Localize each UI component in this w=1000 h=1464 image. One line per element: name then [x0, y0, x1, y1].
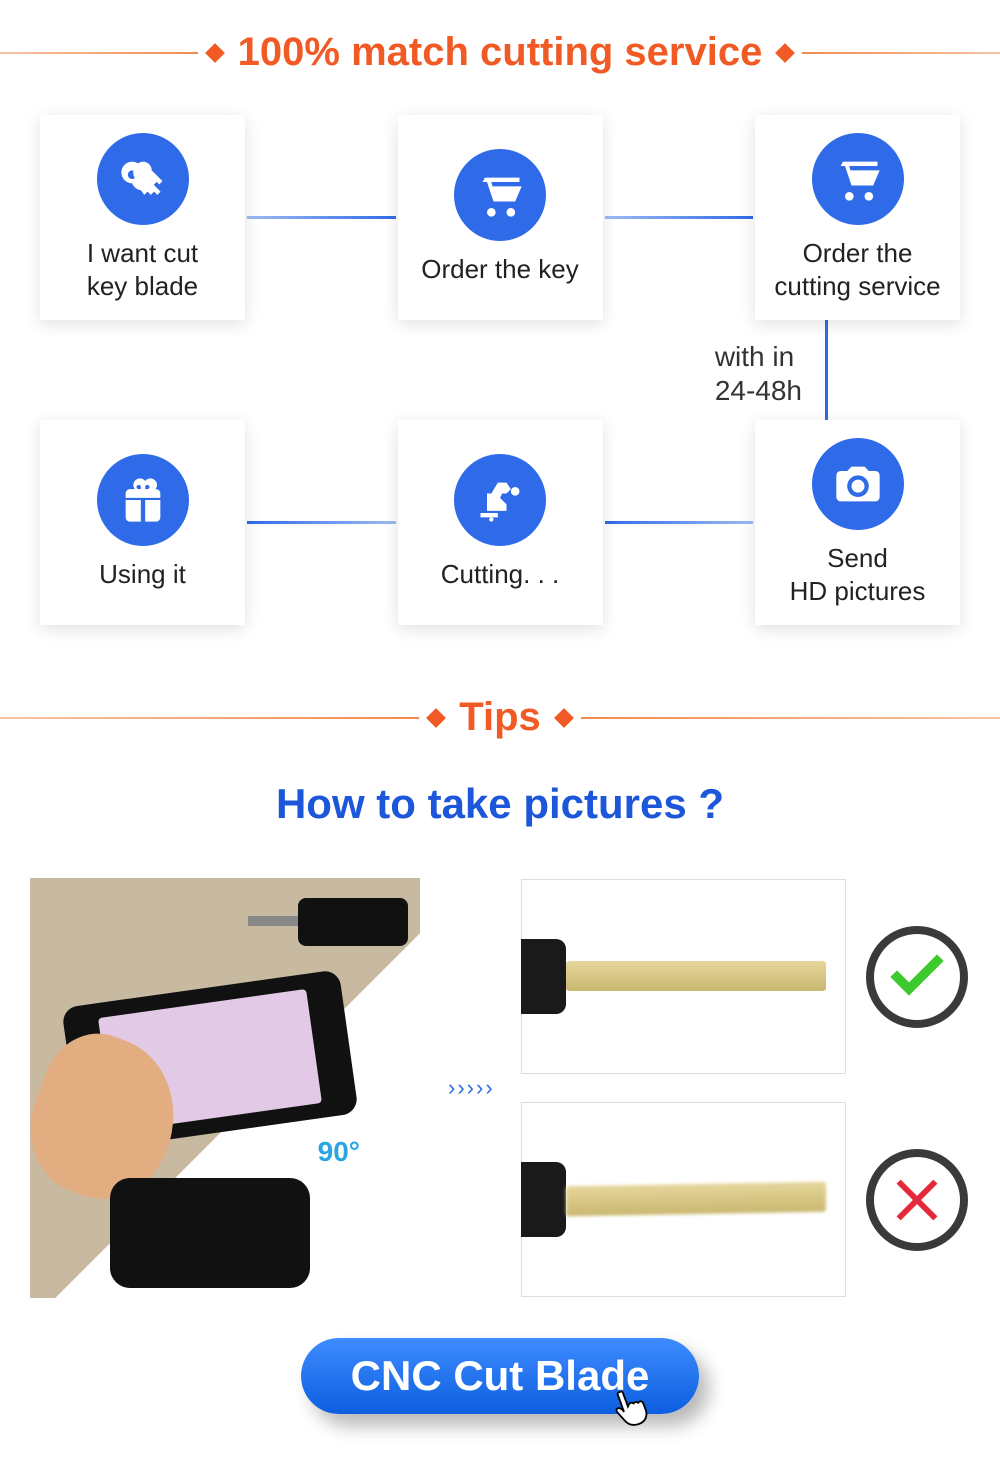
- section-header-service: 100% match cutting service: [0, 30, 1000, 75]
- section-title-service: 100% match cutting service: [232, 30, 769, 75]
- picture-instructions: 90° ›››››: [0, 878, 1000, 1338]
- steps-row-bottom: Using it Cutting. . . Send HD pictures: [40, 420, 960, 625]
- step-label: Send HD pictures: [780, 542, 936, 607]
- camera-icon: [812, 438, 904, 530]
- photo-key-good: [521, 879, 846, 1074]
- section-title-tips: Tips: [453, 695, 547, 740]
- gift-icon: [97, 454, 189, 546]
- step-card-send-pictures: Send HD pictures: [755, 420, 960, 625]
- step-label: Cutting. . .: [431, 558, 570, 591]
- step-card-order-service: Order the cutting service: [755, 115, 960, 320]
- step-label: I want cut key blade: [77, 237, 208, 302]
- result-good: [521, 879, 970, 1074]
- step-label: Order the cutting service: [764, 237, 950, 302]
- diamond-icon: [205, 43, 225, 63]
- connector-line: [825, 320, 828, 420]
- divider: [0, 52, 198, 54]
- connector-line: [605, 521, 754, 524]
- photo-taking-picture: 90°: [30, 878, 420, 1298]
- pointer-cursor-icon: [610, 1385, 654, 1434]
- connector-line: [605, 216, 754, 219]
- step-card-cutting: Cutting. . .: [398, 420, 603, 625]
- keys-icon: [97, 133, 189, 225]
- step-label: Using it: [89, 558, 196, 591]
- divider: [802, 52, 1000, 54]
- connector-line: [247, 521, 396, 524]
- cart-icon: [454, 149, 546, 241]
- checkmark-icon: [866, 926, 968, 1028]
- subtitle-how-to: How to take pictures ?: [0, 780, 1000, 828]
- robot-arm-icon: [454, 454, 546, 546]
- divider: [581, 717, 1000, 719]
- result-bad: [521, 1102, 970, 1297]
- cross-icon: [866, 1149, 968, 1251]
- arrows-icon: ›››››: [448, 1075, 493, 1101]
- step-label: Order the key: [411, 253, 589, 286]
- photo-key-bad: [521, 1102, 846, 1297]
- connector-line: [247, 216, 396, 219]
- angle-label: 90°: [318, 1136, 360, 1168]
- diamond-icon: [775, 43, 795, 63]
- cart-icon: [812, 133, 904, 225]
- diamond-icon: [554, 708, 574, 728]
- divider: [0, 717, 419, 719]
- step-card-want-cut: I want cut key blade: [40, 115, 245, 320]
- vertical-connector: with in 24-48h: [40, 320, 960, 420]
- step-card-using-it: Using it: [40, 420, 245, 625]
- step-card-order-key: Order the key: [398, 115, 603, 320]
- cta-container: CNC Cut Blade: [0, 1338, 1000, 1464]
- steps-row-top: I want cut key blade Order the key Order…: [40, 115, 960, 320]
- steps-container: I want cut key blade Order the key Order…: [0, 115, 1000, 665]
- result-column: [521, 879, 970, 1297]
- section-header-tips: Tips: [0, 695, 1000, 740]
- duration-label: with in 24-48h: [715, 340, 802, 407]
- diamond-icon: [426, 708, 446, 728]
